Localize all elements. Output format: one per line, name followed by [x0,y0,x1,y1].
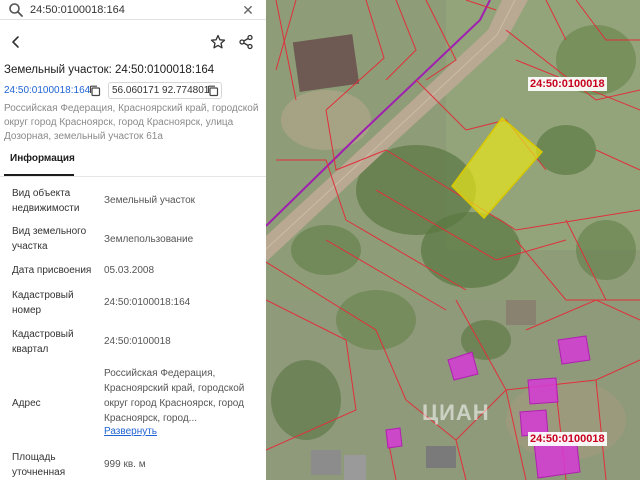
copy-icon[interactable] [206,84,220,98]
tabs-divider [0,176,266,177]
info-label-cadastral-number: Кадастровый номер [12,290,74,316]
info-label-cadastral-quarter: Кадастровый квартал [12,329,74,355]
share-icon[interactable] [238,34,254,50]
quarter-label[interactable]: 24:50:0100018 [528,77,607,91]
building [292,34,360,92]
info-value-cadastral-number: 24:50:0100018:164 [104,297,191,308]
info-value-land-type: Землепользование [104,234,194,245]
info-value-object-type: Земельный участок [104,195,196,206]
close-icon[interactable]: ✕ [240,2,256,18]
info-label-area: Площадь уточненная [12,452,66,478]
page-title: Земельный участок: 24:50:0100018:164 [4,64,215,76]
info-value-assign-date: 05.03.2008 [104,265,155,276]
info-value-area: 999 кв. м [104,459,146,470]
favorite-star-icon[interactable] [210,34,226,50]
copy-icon[interactable] [88,84,102,98]
info-value-address: Российская Федерация, Красноярский край,… [104,368,245,424]
info-label-object-type: Вид объекта недвижимости [12,188,80,214]
back-arrow-icon[interactable] [8,34,24,50]
expand-link[interactable]: Развернуть [104,426,157,437]
tab-information[interactable]: Информация [4,152,81,166]
info-label-land-type: Вид земельного участка [12,226,87,252]
coordinates-text: 56.060171 92.774801 [112,85,210,96]
info-value-cadastral-quarter: 24:50:0100018 [104,336,171,347]
search-bar: ✕ [0,0,266,20]
quarter-label[interactable]: 24:50:0100018 [528,432,607,446]
watermark: ЦИАН [422,400,490,425]
info-label-assign-date: Дата присвоения [12,265,92,276]
info-label-address: Адрес [12,398,41,409]
search-icon[interactable] [8,2,24,18]
info-panel: ✕ Земельный участок: 24:50:0100018:164 2… [0,0,266,480]
search-input[interactable] [30,2,230,18]
cadastral-id-link[interactable]: 24:50:0100018:164 [4,84,90,98]
map-view[interactable]: 24:50:0100018 24:50:0100018 ЦИАН [266,0,640,480]
address-summary: Российская Федерация, Красноярский край,… [4,103,259,142]
